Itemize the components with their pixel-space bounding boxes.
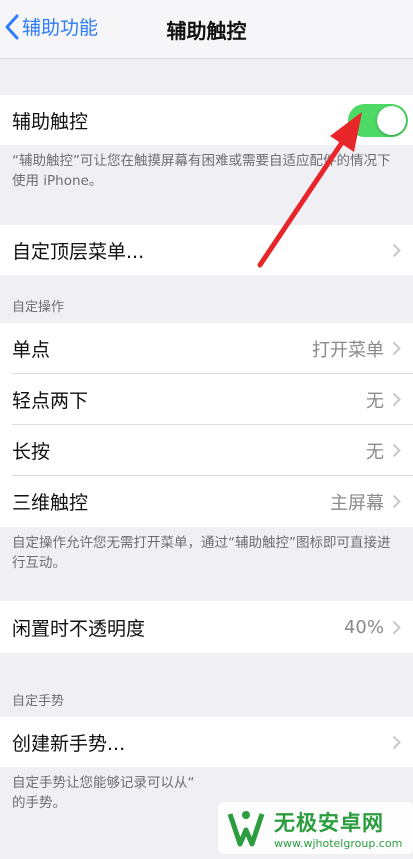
- chevron-right-icon: [392, 735, 401, 749]
- long-press-value: 无: [366, 441, 384, 463]
- watermark-title: 无极安卓网: [274, 810, 384, 835]
- idle-opacity-row[interactable]: 闲置时不透明度 40%: [0, 601, 413, 653]
- watermark-url: www.wjhotelgroup.com: [274, 836, 403, 850]
- assistive-touch-toggle[interactable]: [348, 104, 408, 137]
- long-press-label: 长按: [12, 441, 51, 463]
- watermark-logo-icon: [227, 811, 265, 847]
- custom-actions-footnote: 自定操作允许您无需打开菜单，通过“辅助触控”图标即可直接进行互动。: [12, 535, 391, 571]
- double-tap-row[interactable]: 轻点两下 无: [0, 374, 413, 425]
- chevron-right-icon: [392, 620, 401, 634]
- 3d-touch-value: 主屏幕: [330, 492, 384, 514]
- long-press-row[interactable]: 长按 无: [0, 425, 413, 476]
- assistive-touch-row: 辅助触控: [0, 95, 413, 145]
- idle-opacity-value: 40%: [343, 616, 384, 638]
- create-gesture-label: 创建新手势...: [12, 732, 126, 755]
- single-tap-label: 单点: [12, 339, 51, 361]
- chevron-right-icon: [392, 243, 401, 257]
- 3d-touch-label: 三维触控: [12, 492, 89, 514]
- assistive-touch-group: 辅助触控: [0, 95, 413, 145]
- single-tap-row[interactable]: 单点 打开菜单: [0, 323, 413, 374]
- navigation-bar: 辅助功能 辅助触控: [0, 0, 413, 59]
- assistive-touch-footnote: “辅助触控”可让您在触摸屏幕有困难或需要自适应配件的情况下使用 iPhone。: [12, 153, 391, 189]
- custom-actions-header-wrap: 自定操作: [0, 275, 413, 323]
- custom-actions-header: 自定操作: [12, 300, 65, 315]
- double-tap-label: 轻点两下: [12, 390, 89, 412]
- custom-gestures-header-wrap: 自定手势: [0, 653, 413, 717]
- custom-gestures-footnote-text: 自定手势让您能够记录可以从“: [12, 775, 195, 791]
- 3d-touch-row[interactable]: 三维触控 主屏幕: [0, 476, 413, 527]
- custom-gestures-header: 自定手势: [12, 694, 65, 709]
- watermark: 无极安卓网 www.wjhotelgroup.com: [218, 802, 413, 854]
- chevron-right-icon: [392, 494, 401, 509]
- top-menu-group: 自定顶层菜单...: [0, 225, 413, 275]
- watermark-text: 无极安卓网 www.wjhotelgroup.com: [274, 807, 402, 850]
- page-title: 辅助触控: [166, 19, 247, 43]
- custom-gestures-group: 创建新手势...: [0, 717, 413, 767]
- chevron-right-icon: [392, 392, 401, 407]
- custom-actions-group: 单点 打开菜单 轻点两下 无 长按 无 三维触控 主屏幕: [0, 323, 413, 527]
- toggle-knob: [377, 106, 406, 135]
- opacity-group: 闲置时不透明度 40%: [0, 601, 413, 653]
- chevron-right-icon: [392, 443, 401, 458]
- custom-gestures-footnote-tail: 的手势。: [12, 795, 66, 811]
- create-gesture-row[interactable]: 创建新手势...: [0, 717, 413, 767]
- single-tap-value: 打开菜单: [312, 339, 384, 361]
- idle-opacity-label: 闲置时不透明度: [12, 617, 146, 640]
- chevron-right-icon: [392, 341, 401, 356]
- double-tap-value: 无: [366, 390, 384, 412]
- customize-top-menu-row[interactable]: 自定顶层菜单...: [0, 225, 413, 275]
- customize-top-menu-label: 自定顶层菜单...: [12, 240, 145, 263]
